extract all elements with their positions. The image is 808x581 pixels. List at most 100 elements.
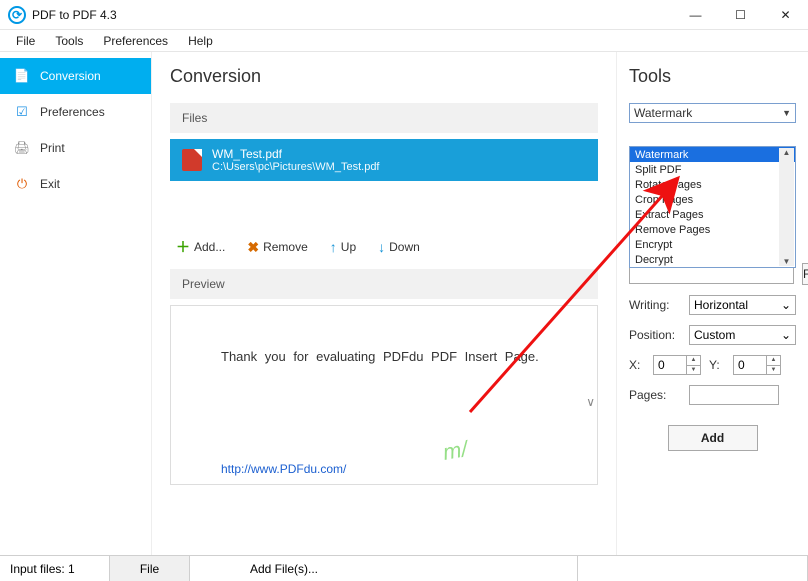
dd-item-watermark[interactable]: Watermark	[630, 147, 795, 162]
position-select[interactable]: Custom ⌄	[689, 325, 796, 345]
dd-item-rotate-pages[interactable]: Rotate Pages	[630, 177, 795, 192]
preview-text: Thank you for evaluating PDFdu PDF Inser…	[221, 346, 547, 368]
pdf-file-icon	[182, 149, 202, 171]
btn-label: Down	[389, 240, 420, 254]
chevron-down-icon: ▼	[782, 108, 791, 118]
y-spinner[interactable]: ▲▼	[766, 356, 780, 374]
spin-up-icon[interactable]: ▲	[766, 356, 780, 366]
app-icon	[8, 6, 26, 24]
minimize-button[interactable]: —	[673, 0, 718, 30]
y-value: 0	[738, 358, 745, 372]
menu-help[interactable]: Help	[178, 32, 223, 50]
font-button[interactable]: Font	[802, 263, 808, 285]
sidebar-item-label: Preferences	[40, 105, 105, 119]
move-up-button[interactable]: ↑ Up	[324, 237, 362, 257]
dd-item-decrypt[interactable]: Decrypt	[630, 252, 795, 267]
main-panel: Conversion Files WM_Test.pdf C:\Users\pc…	[152, 52, 616, 555]
status-add-files[interactable]: Add File(s)...	[190, 556, 578, 581]
file-row[interactable]: WM_Test.pdf C:\Users\pc\Pictures\WM_Test…	[170, 139, 598, 181]
tool-select-combo[interactable]: Watermark ▼	[629, 103, 796, 123]
dd-item-split-pdf[interactable]: Split PDF	[630, 162, 795, 177]
maximize-button[interactable]: ☐	[718, 0, 763, 30]
conversion-icon: 📄	[14, 68, 30, 84]
files-toolbar: ＋Add... ✖ Remove ↑ Up ↓ Down	[170, 231, 598, 269]
xy-row: X: 0 ▲▼ Y: 0 ▲▼	[629, 355, 796, 375]
watermark-sample: m/	[440, 436, 469, 466]
position-label: Position:	[629, 328, 681, 342]
x-input[interactable]: 0 ▲▼	[653, 355, 701, 375]
status-file-button[interactable]: File	[110, 556, 190, 581]
sidebar-item-label: Conversion	[40, 69, 101, 83]
x-icon: ✖	[247, 239, 259, 256]
btn-label: Remove	[263, 240, 308, 254]
sidebar-item-exit[interactable]: ⏻ Exit	[0, 166, 151, 202]
files-panel-header: Files	[170, 103, 598, 133]
dropdown-scrollbar[interactable]: ▲ ▼	[779, 148, 794, 266]
titlebar: PDF to PDF 4.3 — ☐ ✕	[0, 0, 808, 30]
move-down-button[interactable]: ↓ Down	[372, 237, 426, 257]
x-spinner[interactable]: ▲▼	[686, 356, 700, 374]
sidebar-item-label: Exit	[40, 177, 60, 191]
tools-panel: Tools Watermark ▼ W Watermark Split PDF …	[616, 52, 808, 555]
status-input-files: Input files: 1	[0, 556, 110, 581]
sidebar: 📄 Conversion ☑ Preferences 🖨 Print ⏻ Exi…	[0, 52, 152, 555]
combo-value: Watermark	[634, 106, 692, 120]
preview-area[interactable]: Thank you for evaluating PDFdu PDF Inser…	[170, 305, 598, 485]
preferences-checkbox-icon: ☑	[14, 104, 30, 120]
sidebar-item-label: Print	[40, 141, 65, 155]
dd-item-remove-pages[interactable]: Remove Pages	[630, 222, 795, 237]
file-path: C:\Users\pc\Pictures\WM_Test.pdf	[212, 161, 380, 173]
writing-row: Writing: Horizontal ⌄	[629, 295, 796, 315]
dd-item-extract-pages[interactable]: Extract Pages	[630, 207, 795, 222]
position-value: Custom	[694, 328, 735, 342]
menubar: File Tools Preferences Help	[0, 30, 808, 52]
writing-value: Horizontal	[694, 298, 748, 312]
menu-file[interactable]: File	[6, 32, 45, 50]
preview-link[interactable]: http://www.PDFdu.com/	[221, 462, 346, 476]
y-label: Y:	[709, 358, 725, 372]
arrow-down-icon: ↓	[378, 239, 385, 255]
y-input[interactable]: 0 ▲▼	[733, 355, 781, 375]
window-title: PDF to PDF 4.3	[32, 8, 673, 22]
page-title: Conversion	[170, 66, 598, 87]
sidebar-item-preferences[interactable]: ☑ Preferences	[0, 94, 151, 130]
sidebar-item-print[interactable]: 🖨 Print	[0, 130, 151, 166]
arrow-up-icon: ↑	[330, 239, 337, 255]
tools-heading: Tools	[629, 66, 796, 87]
file-texts: WM_Test.pdf C:\Users\pc\Pictures\WM_Test…	[212, 147, 380, 173]
scroll-up-icon[interactable]: ▲	[783, 148, 791, 157]
x-value: 0	[658, 358, 665, 372]
add-button[interactable]: ＋Add...	[170, 235, 231, 259]
position-row: Position: Custom ⌄	[629, 325, 796, 345]
pages-input[interactable]	[689, 385, 779, 405]
btn-label: Up	[341, 240, 356, 254]
spin-up-icon[interactable]: ▲	[686, 356, 700, 366]
file-name: WM_Test.pdf	[212, 147, 380, 161]
plus-icon: ＋	[176, 237, 190, 257]
close-button[interactable]: ✕	[763, 0, 808, 30]
scroll-indicator-icon[interactable]: ∨	[586, 395, 595, 409]
scroll-down-icon[interactable]: ▼	[783, 257, 791, 266]
print-icon: 🖨	[14, 140, 30, 156]
pages-row: Pages:	[629, 385, 796, 405]
spin-down-icon[interactable]: ▼	[766, 366, 780, 375]
pages-label: Pages:	[629, 388, 681, 402]
dd-item-encrypt[interactable]: Encrypt	[630, 237, 795, 252]
status-empty	[578, 556, 808, 581]
statusbar: Input files: 1 File Add File(s)...	[0, 555, 808, 581]
tools-add-button[interactable]: Add	[668, 425, 758, 451]
tool-select-dropdown[interactable]: Watermark Split PDF Rotate Pages Crop Pa…	[629, 146, 796, 268]
power-icon: ⏻	[14, 176, 30, 192]
sidebar-item-conversion[interactable]: 📄 Conversion	[0, 58, 151, 94]
writing-select[interactable]: Horizontal ⌄	[689, 295, 796, 315]
writing-label: Writing:	[629, 298, 681, 312]
preview-panel-header: Preview	[170, 269, 598, 299]
files-list[interactable]: WM_Test.pdf C:\Users\pc\Pictures\WM_Test…	[170, 139, 598, 181]
remove-button[interactable]: ✖ Remove	[241, 237, 313, 258]
spin-down-icon[interactable]: ▼	[686, 366, 700, 375]
chevron-down-icon: ⌄	[781, 328, 791, 342]
x-label: X:	[629, 358, 645, 372]
menu-preferences[interactable]: Preferences	[93, 32, 178, 50]
menu-tools[interactable]: Tools	[45, 32, 93, 50]
dd-item-crop-pages[interactable]: Crop Pages	[630, 192, 795, 207]
